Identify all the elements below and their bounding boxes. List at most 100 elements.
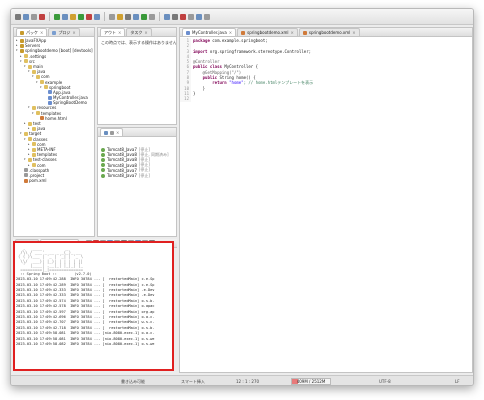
code-area[interactable]: 1 package com.example.springboot; 2 3 import… xyxy=(180,37,472,102)
tree-node-icon xyxy=(40,116,44,121)
toolbar-button-icon[interactable] xyxy=(149,13,155,20)
tab-outline[interactable]: アウト × xyxy=(100,28,126,36)
console-log: 2023-03-10 17:09:42.288 INFO 30784 --- [… xyxy=(15,277,172,347)
close-icon[interactable]: × xyxy=(116,130,119,135)
tab-package-explorer[interactable]: パッケ × xyxy=(16,28,48,36)
expanded-arrow-icon[interactable]: ▾ xyxy=(40,85,43,90)
status-cursor-position: 12 : 1 : 270 xyxy=(236,379,260,384)
toolbar-button-icon[interactable] xyxy=(23,13,29,20)
close-icon[interactable]: × xyxy=(291,30,294,35)
tree-node-icon xyxy=(24,59,28,64)
toolbar-button-icon[interactable] xyxy=(204,13,210,20)
code-token: @GetMapping("/") xyxy=(193,69,242,75)
toolbar-button-icon[interactable] xyxy=(125,13,131,20)
tree-item[interactable]: pom.xml xyxy=(16,178,94,183)
tab-servers[interactable]: × xyxy=(100,128,124,136)
code-text: import org.springframework.stereotype.Co… xyxy=(191,49,311,54)
close-icon[interactable]: × xyxy=(118,30,121,35)
expanded-arrow-icon[interactable]: ▾ xyxy=(20,59,23,64)
console-log-line: 2023-03-10 17:09:58.081 INFO 30784 --- [… xyxy=(16,331,155,336)
toolbar-button-icon[interactable] xyxy=(188,13,194,20)
collapsed-arrow-icon[interactable]: ▸ xyxy=(24,121,27,126)
server-status-icon xyxy=(101,168,105,173)
toolbar-button-icon[interactable] xyxy=(133,13,139,20)
servers-pane: × Tomcat8_Java7 [停止] Tomcat8_Java8 [停止, 同期済… xyxy=(97,127,177,237)
tab-label: プロジ xyxy=(58,29,71,35)
tree-node-icon xyxy=(24,54,28,59)
toolbar-button-icon[interactable] xyxy=(70,13,76,20)
toolbar-button-icon[interactable] xyxy=(31,13,37,20)
expanded-arrow-icon[interactable]: ▾ xyxy=(24,137,27,142)
expanded-arrow-icon[interactable]: ▾ xyxy=(32,74,35,79)
code-token: } xyxy=(193,85,206,91)
expanded-arrow-icon[interactable]: ▾ xyxy=(20,131,23,136)
close-icon[interactable]: × xyxy=(40,30,43,35)
toolbar-button-icon[interactable] xyxy=(62,13,68,20)
close-icon[interactable]: × xyxy=(144,30,147,35)
memory-monitor[interactable]: 409M / 2512M xyxy=(291,378,331,385)
tree-node-icon xyxy=(24,178,28,183)
toolbar-separator xyxy=(104,12,105,21)
toolbar-button-icon[interactable] xyxy=(86,13,92,20)
server-state: [停止] xyxy=(138,172,150,178)
close-icon[interactable]: × xyxy=(352,30,355,35)
tree-node-icon xyxy=(32,69,36,74)
expanded-arrow-icon[interactable]: ▾ xyxy=(24,64,27,69)
toolbar-button-icon[interactable] xyxy=(39,13,45,20)
server-item[interactable]: Tomcat8_Java7 [停止] xyxy=(98,173,176,178)
toolbar-button-icon[interactable] xyxy=(117,13,123,20)
toolbar-separator xyxy=(159,12,160,21)
tree-node-icon xyxy=(24,173,28,178)
expanded-arrow-icon[interactable]: ▾ xyxy=(28,69,31,74)
console-icon xyxy=(110,130,114,135)
code-token: import xyxy=(193,48,208,54)
toolbar-button-icon[interactable] xyxy=(196,13,202,20)
tree-node-icon xyxy=(24,168,28,173)
toolbar-button-icon[interactable] xyxy=(94,13,100,20)
editor-tabbar: MyController.java × springbootdemo.xml × spr… xyxy=(180,28,472,37)
toolbar-button-icon[interactable] xyxy=(15,13,21,20)
tab-tasks[interactable]: タスク × xyxy=(126,28,152,36)
status-line-ending: LF xyxy=(455,379,460,384)
project-tree: ▸ JavaFXApp ▸ Servers ▾ springbootdemo [boot]… xyxy=(14,37,94,183)
tree-node-icon xyxy=(20,38,24,43)
tab-editor-file[interactable]: springbootdemo.xml × xyxy=(298,28,360,36)
toolbar-button-icon[interactable] xyxy=(54,13,60,20)
expanded-arrow-icon[interactable]: ▾ xyxy=(24,157,27,162)
console-log-line: 2023-03-10 17:09:42.578 INFO 30784 --- [… xyxy=(16,304,155,309)
main-toolbar xyxy=(11,9,473,25)
tree-item[interactable]: ▾ springbootdemo [boot] [devtools] xyxy=(16,48,94,53)
tree-node-icon xyxy=(32,106,36,111)
server-status-icon xyxy=(101,152,105,157)
collapsed-arrow-icon[interactable]: ▸ xyxy=(28,152,31,157)
tab-label: MyController.java xyxy=(192,30,227,35)
console-output[interactable]: . ____ _ /\\ / ___'_ __ _ _(_)_ __ ( ( )… xyxy=(13,241,174,371)
tab-label: タスク xyxy=(130,29,143,35)
code-text: return "home"; // home.htmlテンプレートを表示 xyxy=(191,80,313,85)
code-token: @Controller xyxy=(193,59,220,65)
tree-item-label: SpringBootDemo xyxy=(53,100,87,106)
expanded-arrow-icon[interactable]: ▾ xyxy=(36,80,39,85)
toolbar-button-icon[interactable] xyxy=(141,13,147,20)
java-file-icon xyxy=(302,30,307,35)
expanded-arrow-icon[interactable]: ▾ xyxy=(28,105,31,110)
tab-editor-file[interactable]: springbootdemo.xml × xyxy=(237,28,298,36)
toolbar-button-icon[interactable] xyxy=(172,13,178,20)
line-number: 12 xyxy=(180,96,191,102)
tab-project-explorer[interactable]: プロジ × xyxy=(48,28,80,36)
toolbar-button-icon[interactable] xyxy=(109,13,115,20)
status-writable: 書き込み可能 xyxy=(121,379,145,384)
expanded-arrow-icon[interactable]: ▾ xyxy=(16,48,19,53)
expanded-arrow-icon[interactable]: ▾ xyxy=(32,111,35,116)
toolbar-button-icon[interactable] xyxy=(78,13,84,20)
tab-editor-file[interactable]: MyController.java × xyxy=(182,28,237,36)
toolbar-button-icon[interactable] xyxy=(164,13,170,20)
close-icon[interactable]: × xyxy=(72,30,75,35)
close-icon[interactable]: × xyxy=(229,30,232,35)
tree-node-icon xyxy=(28,157,32,162)
toolbar-button-icon[interactable] xyxy=(180,13,186,20)
server-list: Tomcat8_Java7 [停止] Tomcat8_Java8 [停止, 同期済み]… xyxy=(98,137,176,178)
package-icon xyxy=(20,30,24,35)
tree-node-icon xyxy=(36,111,40,116)
